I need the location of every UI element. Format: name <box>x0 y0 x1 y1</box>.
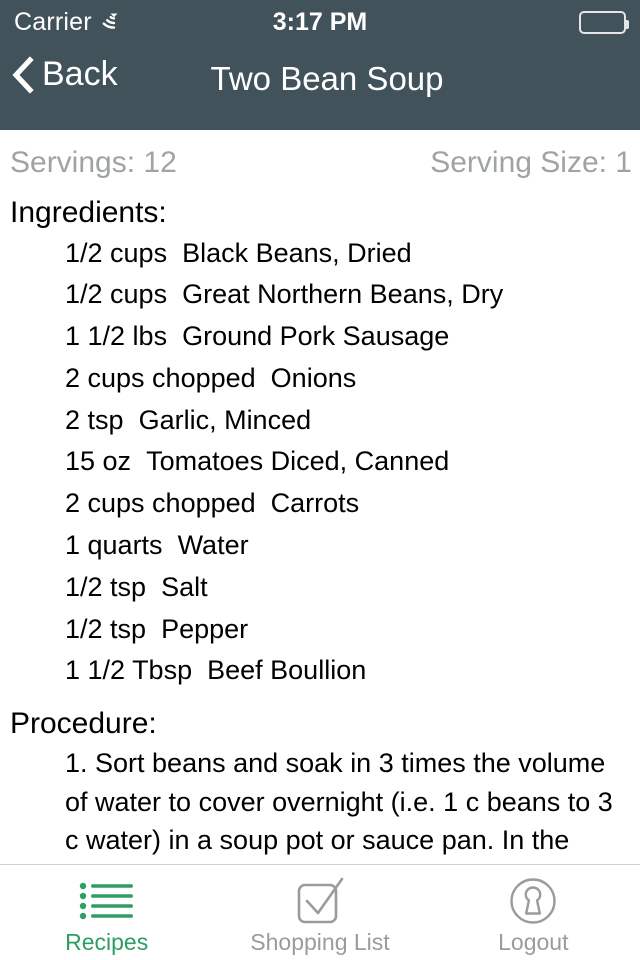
tab-logout[interactable]: Logout <box>427 865 640 960</box>
tab-shopping-list-label: Shopping List <box>250 929 390 955</box>
ingredient-name: Ground Pork Sausage <box>182 321 450 352</box>
ingredient-quantity: 15 oz <box>65 446 132 477</box>
ingredient-name: Tomatoes Diced, Canned <box>146 446 450 477</box>
app-screen: Carrier 3:17 PM Back Two Bean Soup Servi… <box>0 0 640 960</box>
ingredient-row: 2 cups chopped Carrots <box>0 483 640 525</box>
navigation-bar: Back Two Bean Soup <box>0 44 640 130</box>
ingredient-quantity: 1 1/2 lbs <box>65 321 168 352</box>
status-bar-right <box>579 10 629 34</box>
ingredient-name: Carrots <box>270 488 360 519</box>
keyhole-circle-icon <box>508 875 558 927</box>
serving-size-label: Serving Size: 1 <box>430 146 632 179</box>
servings-label: Servings: 12 <box>10 146 177 179</box>
tab-recipes[interactable]: Recipes <box>0 865 213 960</box>
ingredient-quantity: 1 quarts <box>65 530 163 561</box>
status-bar: Carrier 3:17 PM <box>0 0 640 44</box>
status-bar-left: Carrier <box>14 7 127 36</box>
battery-nub <box>626 19 629 29</box>
procedure-heading: Procedure: <box>10 707 157 741</box>
procedure-block: 1. Sort beans and soak in 3 times the vo… <box>0 744 640 860</box>
ingredient-quantity: 1/2 cups <box>65 279 168 310</box>
wifi-icon <box>101 12 127 32</box>
ingredient-name: Beef Boullion <box>207 655 367 686</box>
ingredient-quantity: 1/2 tsp <box>65 571 147 602</box>
ingredient-name: Onions <box>270 362 357 393</box>
servings-row: Servings: 12 Serving Size: 1 <box>0 130 640 181</box>
ingredient-row: 1/2 cups Black Beans, Dried <box>0 233 640 275</box>
list-bullet-icon <box>79 875 135 927</box>
tab-logout-label: Logout <box>498 929 569 955</box>
ingredient-quantity: 2 cups chopped <box>65 488 256 519</box>
ingredient-row: 2 tsp Garlic, Minced <box>0 400 640 442</box>
ingredient-row: 1 1/2 Tbsp Beef Boullion <box>0 650 640 692</box>
ingredient-quantity: 1/2 tsp <box>65 613 147 644</box>
ingredient-row: 1/2 cups Great Northern Beans, Dry <box>0 274 640 316</box>
ingredient-quantity: 2 cups chopped <box>65 362 256 393</box>
checkbox-check-icon <box>293 875 347 927</box>
tab-recipes-label: Recipes <box>65 929 149 955</box>
ingredient-name: Pepper <box>161 613 249 644</box>
ingredient-quantity: 1 1/2 Tbsp <box>65 655 193 686</box>
ingredient-name: Great Northern Beans, Dry <box>182 279 504 310</box>
ingredient-row: 15 oz Tomatoes Diced, Canned <box>0 441 640 483</box>
ingredient-row: 1 quarts Water <box>0 525 640 567</box>
carrier-label: Carrier <box>14 7 92 36</box>
ingredient-row: 1/2 tsp Pepper <box>0 609 640 651</box>
ingredient-name: Garlic, Minced <box>138 404 312 435</box>
tab-shopping-list[interactable]: Shopping List <box>213 865 426 960</box>
ingredient-quantity: 2 tsp <box>65 404 124 435</box>
ingredients-list: 1/2 cups Black Beans, Dried 1/2 cups Grea… <box>0 233 640 693</box>
ingredient-row: 2 cups chopped Onions <box>0 358 640 400</box>
ingredients-heading: Ingredients: <box>10 195 167 229</box>
ingredient-row: 1 1/2 lbs Ground Pork Sausage <box>0 316 640 358</box>
page-title: Two Bean Soup <box>210 60 444 97</box>
battery-full-icon <box>579 10 629 34</box>
ingredient-name: Water <box>177 530 249 561</box>
recipe-detail-scroll[interactable]: Servings: 12 Serving Size: 1 Ingredients… <box>0 130 640 864</box>
ingredient-name: Black Beans, Dried <box>182 237 412 268</box>
tab-bar: Recipes Shopping List Logout <box>0 864 640 960</box>
ingredient-quantity: 1/2 cups <box>65 237 168 268</box>
procedure-step-1: 1. Sort beans and soak in 3 times the vo… <box>65 748 613 856</box>
ingredient-name: Salt <box>161 571 208 602</box>
ingredient-row: 1/2 tsp Salt <box>0 567 640 609</box>
